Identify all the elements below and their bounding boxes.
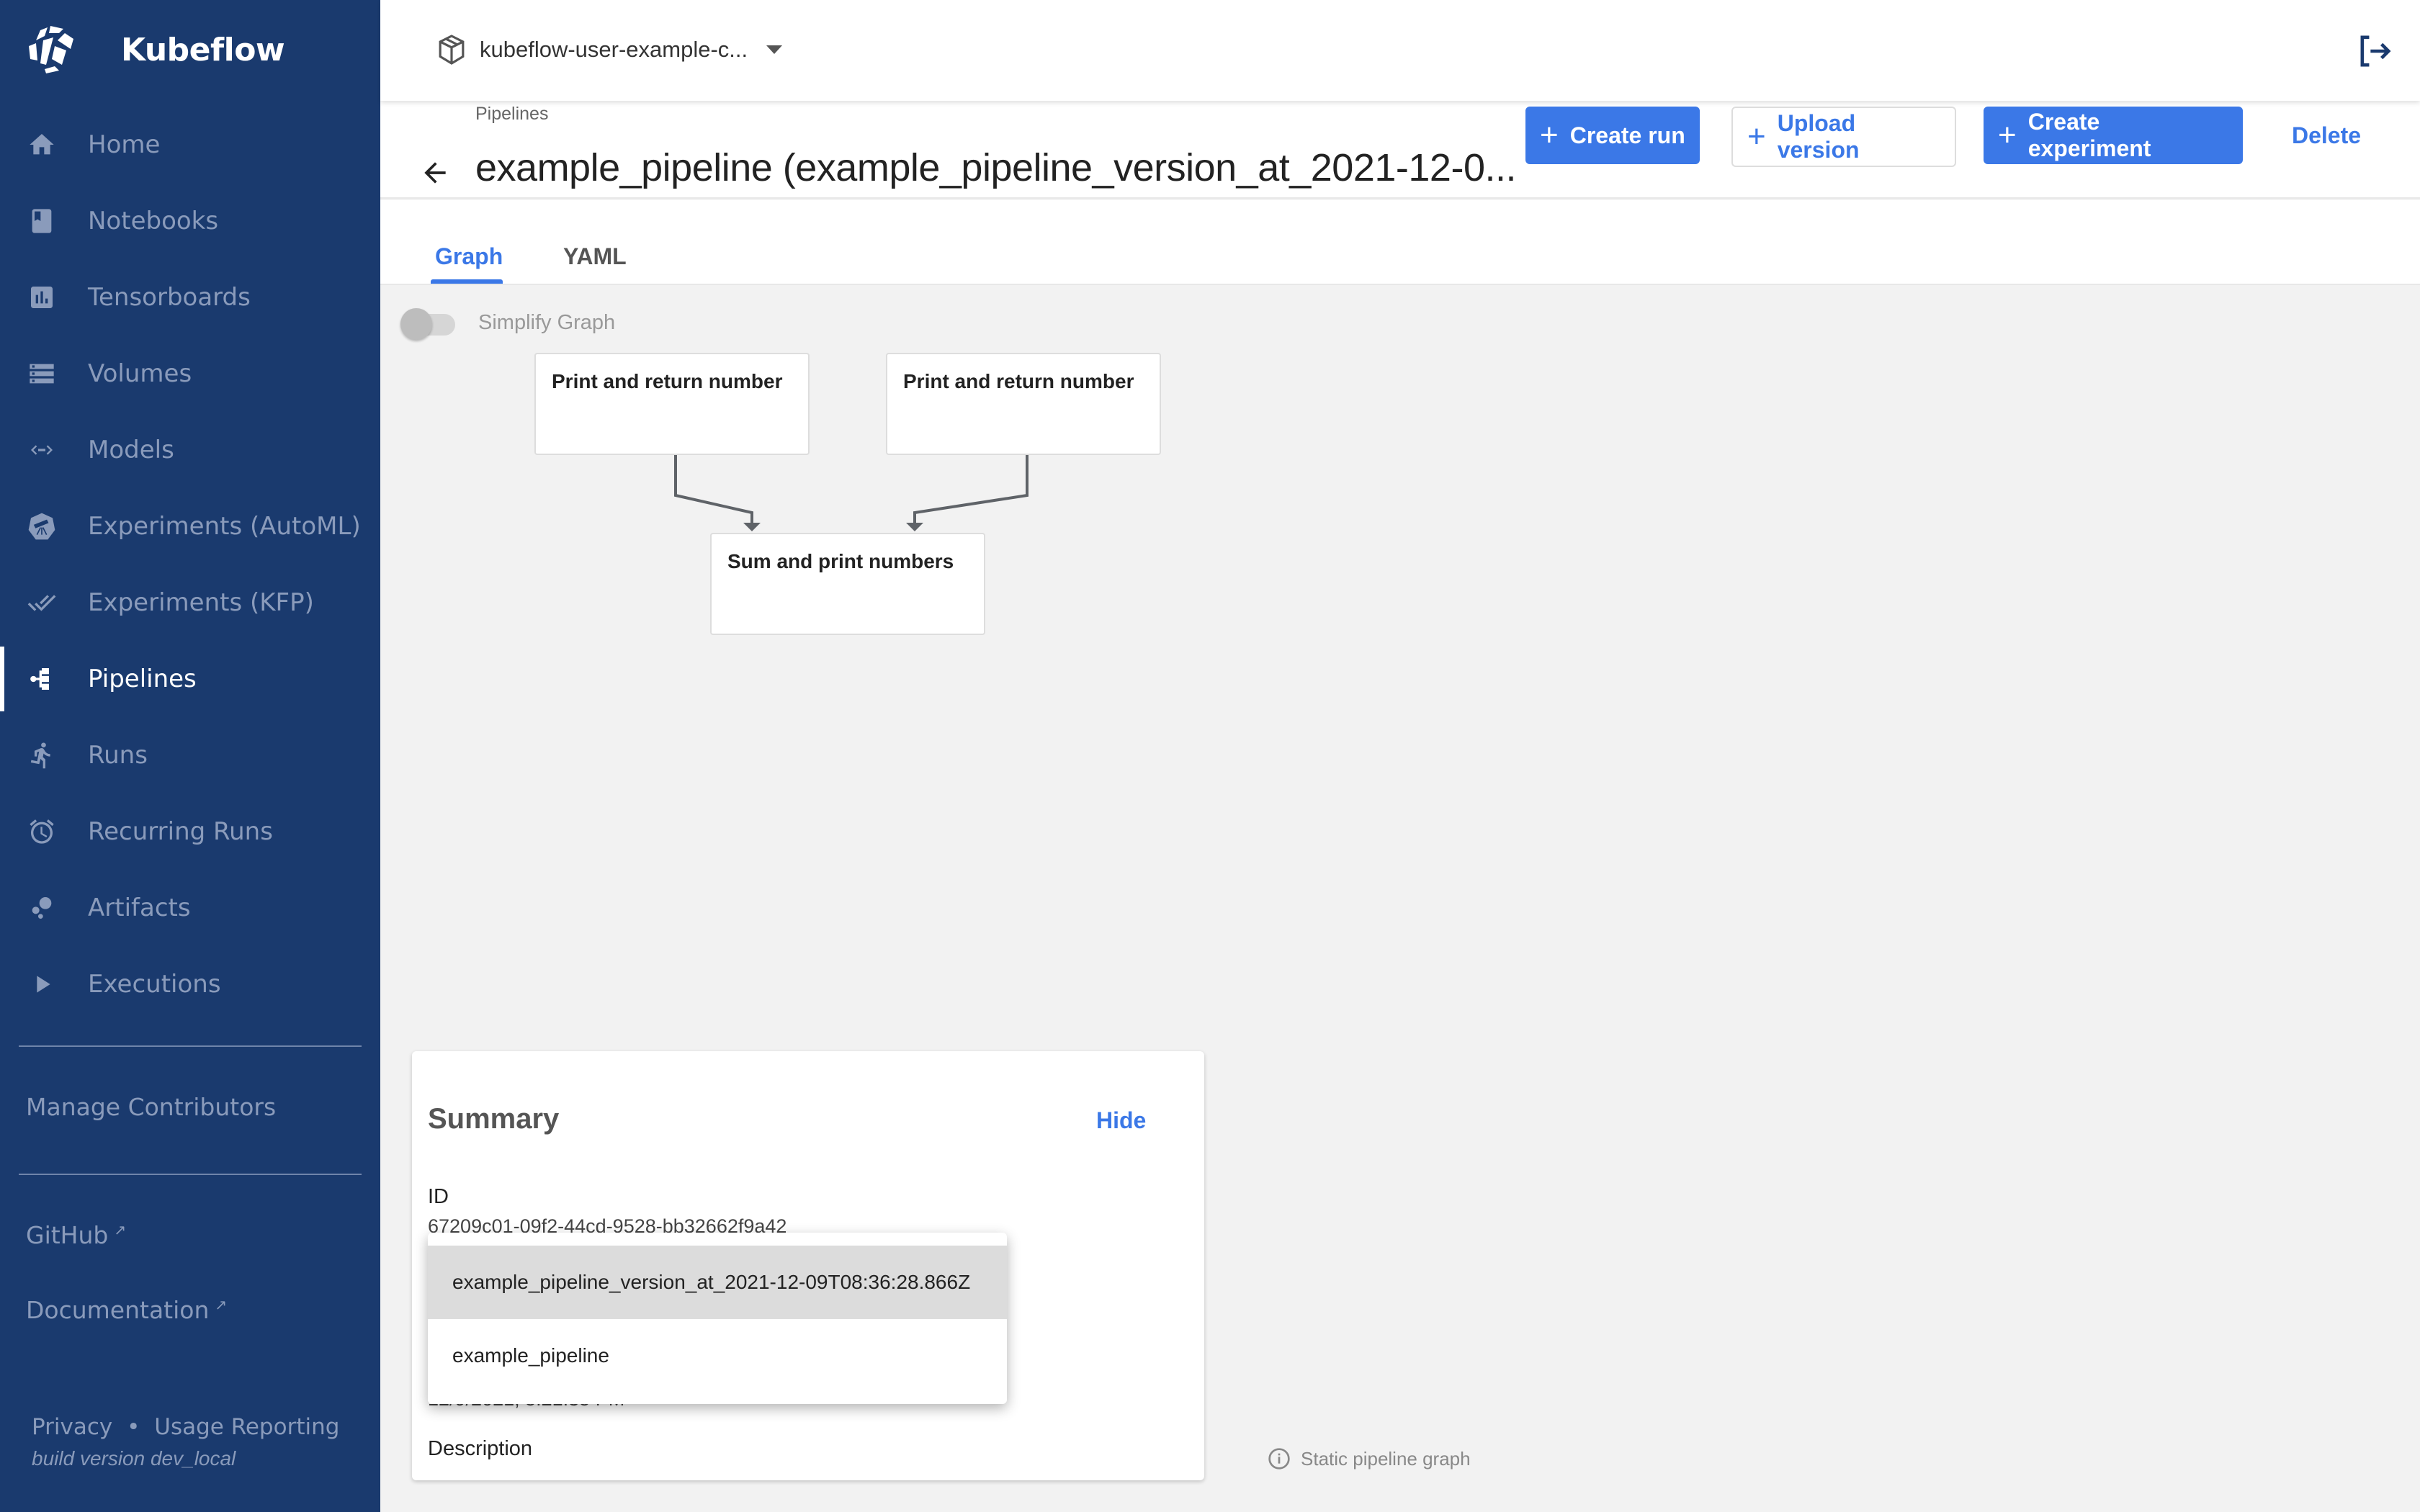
- create-run-label: Create run: [1569, 122, 1685, 148]
- build-version: build version dev_local: [32, 1447, 236, 1470]
- sidebar: Kubeflow Home Notebooks Tensorboards Vol…: [0, 0, 380, 1512]
- tab-graph[interactable]: Graph: [435, 243, 503, 270]
- plus-icon: +: [1998, 117, 2017, 153]
- sidebar-footer: Privacy • Usage Reporting build version …: [32, 1414, 339, 1470]
- create-run-button[interactable]: + Create run: [1525, 107, 1700, 164]
- sidebar-item-label: Experiments (AutoML): [88, 512, 361, 541]
- sidebar-item-models[interactable]: Models: [0, 412, 380, 488]
- version-option[interactable]: example_pipeline_version_at_2021-12-09T0…: [428, 1246, 1007, 1319]
- sidebar-item-experiments-kfp[interactable]: Experiments (KFP): [0, 564, 380, 641]
- privacy-link[interactable]: Privacy: [32, 1414, 112, 1440]
- active-tab-indicator: [431, 279, 503, 284]
- static-graph-label: Static pipeline graph: [1301, 1447, 1471, 1470]
- upload-version-label: Upload version: [1777, 110, 1860, 163]
- tab-bar: Graph YAML: [380, 200, 2420, 285]
- sidebar-item-executions[interactable]: Executions: [0, 946, 380, 1022]
- back-arrow-icon[interactable]: [419, 157, 451, 189]
- graph-node[interactable]: Print and return number: [534, 353, 810, 455]
- page-title: example_pipeline (example_pipeline_versi…: [475, 146, 1516, 189]
- namespace-selector[interactable]: kubeflow-user-example-c...: [438, 35, 783, 65]
- play-icon: [26, 968, 58, 1000]
- create-experiment-label: Create experiment: [2027, 109, 2151, 161]
- bubbles-icon: [26, 892, 58, 924]
- sidebar-item-label: Experiments (KFP): [88, 588, 314, 617]
- pipeline-icon: [26, 663, 58, 695]
- graph-node[interactable]: Sum and print numbers: [710, 533, 985, 635]
- breadcrumb[interactable]: Pipelines: [475, 104, 548, 125]
- plus-icon: +: [1747, 119, 1766, 154]
- sidebar-item-volumes[interactable]: Volumes: [0, 336, 380, 412]
- sidebar-item-artifacts[interactable]: Artifacts: [0, 870, 380, 946]
- sidebar-divider: [19, 1174, 362, 1175]
- external-link-icon: ↗: [215, 1296, 228, 1313]
- sidebar-item-label: Runs: [88, 741, 148, 770]
- hide-summary-button[interactable]: Hide: [1096, 1107, 1146, 1134]
- summary-title: Summary: [428, 1103, 560, 1135]
- sidebar-item-home[interactable]: Home: [0, 107, 380, 183]
- graph-node[interactable]: Print and return number: [886, 353, 1161, 455]
- github-label: GitHub: [26, 1221, 109, 1249]
- footer-separator: •: [127, 1414, 140, 1440]
- namespace-cube-icon: [439, 35, 465, 65]
- sidebar-divider: [19, 1045, 362, 1047]
- manage-contributors-link[interactable]: Manage Contributors: [26, 1093, 276, 1121]
- version-dropdown-menu: example_pipeline_version_at_2021-12-09T0…: [428, 1233, 1007, 1404]
- external-link-icon: ↗: [114, 1221, 127, 1238]
- github-link[interactable]: GitHub ↗: [26, 1221, 126, 1249]
- delete-button[interactable]: Delete: [2277, 107, 2375, 164]
- home-icon: [26, 129, 58, 161]
- documentation-link[interactable]: Documentation ↗: [26, 1296, 227, 1324]
- sidebar-item-recurring-runs[interactable]: Recurring Runs: [0, 793, 380, 870]
- namespace-name: kubeflow-user-example-c...: [480, 37, 748, 62]
- sidebar-item-notebooks[interactable]: Notebooks: [0, 183, 380, 259]
- run-icon: [26, 739, 58, 771]
- kubeflow-logo[interactable]: Kubeflow: [26, 24, 285, 75]
- code-arrows-icon: [26, 434, 58, 466]
- sidebar-item-label: Notebooks: [88, 207, 219, 235]
- edge-1-to-2: [913, 455, 1028, 523]
- info-icon: [1268, 1448, 1290, 1470]
- bar-chart-icon: [26, 282, 58, 313]
- sidebar-item-label: Home: [88, 130, 161, 159]
- top-bar: kubeflow-user-example-c...: [380, 0, 2420, 101]
- storage-icon: [26, 358, 58, 390]
- usage-reporting-link[interactable]: Usage Reporting: [154, 1414, 339, 1440]
- sidebar-item-runs[interactable]: Runs: [0, 717, 380, 793]
- documentation-label: Documentation: [26, 1296, 210, 1324]
- sidebar-item-label: Tensorboards: [88, 283, 251, 312]
- chevron-down-icon: [766, 45, 783, 54]
- edge-arrowhead: [906, 523, 923, 531]
- description-label: Description: [428, 1437, 533, 1460]
- sidebar-item-experiments-automl[interactable]: Experiments (AutoML): [0, 488, 380, 564]
- sidebar-item-label: Artifacts: [88, 894, 191, 922]
- static-graph-info: Static pipeline graph: [1268, 1447, 1471, 1470]
- sidebar-item-label: Executions: [88, 970, 221, 999]
- edge-arrowhead: [743, 523, 761, 531]
- sidebar-item-label: Pipelines: [88, 665, 197, 693]
- logout-icon[interactable]: [2358, 35, 2394, 68]
- sidebar-item-tensorboards[interactable]: Tensorboards: [0, 259, 380, 336]
- graph-edges: [674, 455, 1028, 531]
- kubeflow-logo-icon: [29, 26, 73, 73]
- create-experiment-button[interactable]: + Create experiment: [1984, 107, 2243, 164]
- upload-version-button[interactable]: + Upload version: [1731, 107, 1956, 167]
- sidebar-nav: Home Notebooks Tensorboards Volumes Mode…: [0, 107, 380, 1022]
- sidebar-item-label: Volumes: [88, 359, 192, 388]
- edge-0-to-2: [674, 455, 753, 523]
- done-all-icon: [26, 587, 58, 618]
- sidebar-item-pipelines[interactable]: Pipelines: [0, 641, 380, 717]
- sidebar-item-label: Recurring Runs: [88, 817, 273, 846]
- version-option[interactable]: example_pipeline: [428, 1319, 1007, 1392]
- telescope-icon: [26, 510, 58, 542]
- app-name: Kubeflow: [121, 31, 285, 68]
- notebook-icon: [26, 205, 58, 237]
- id-label: ID: [428, 1185, 449, 1208]
- tab-yaml[interactable]: YAML: [563, 243, 627, 270]
- sidebar-item-label: Models: [88, 436, 174, 464]
- page-header: Pipelines example_pipeline (example_pipe…: [380, 101, 2420, 199]
- alarm-icon: [26, 816, 58, 847]
- plus-icon: +: [1540, 117, 1559, 153]
